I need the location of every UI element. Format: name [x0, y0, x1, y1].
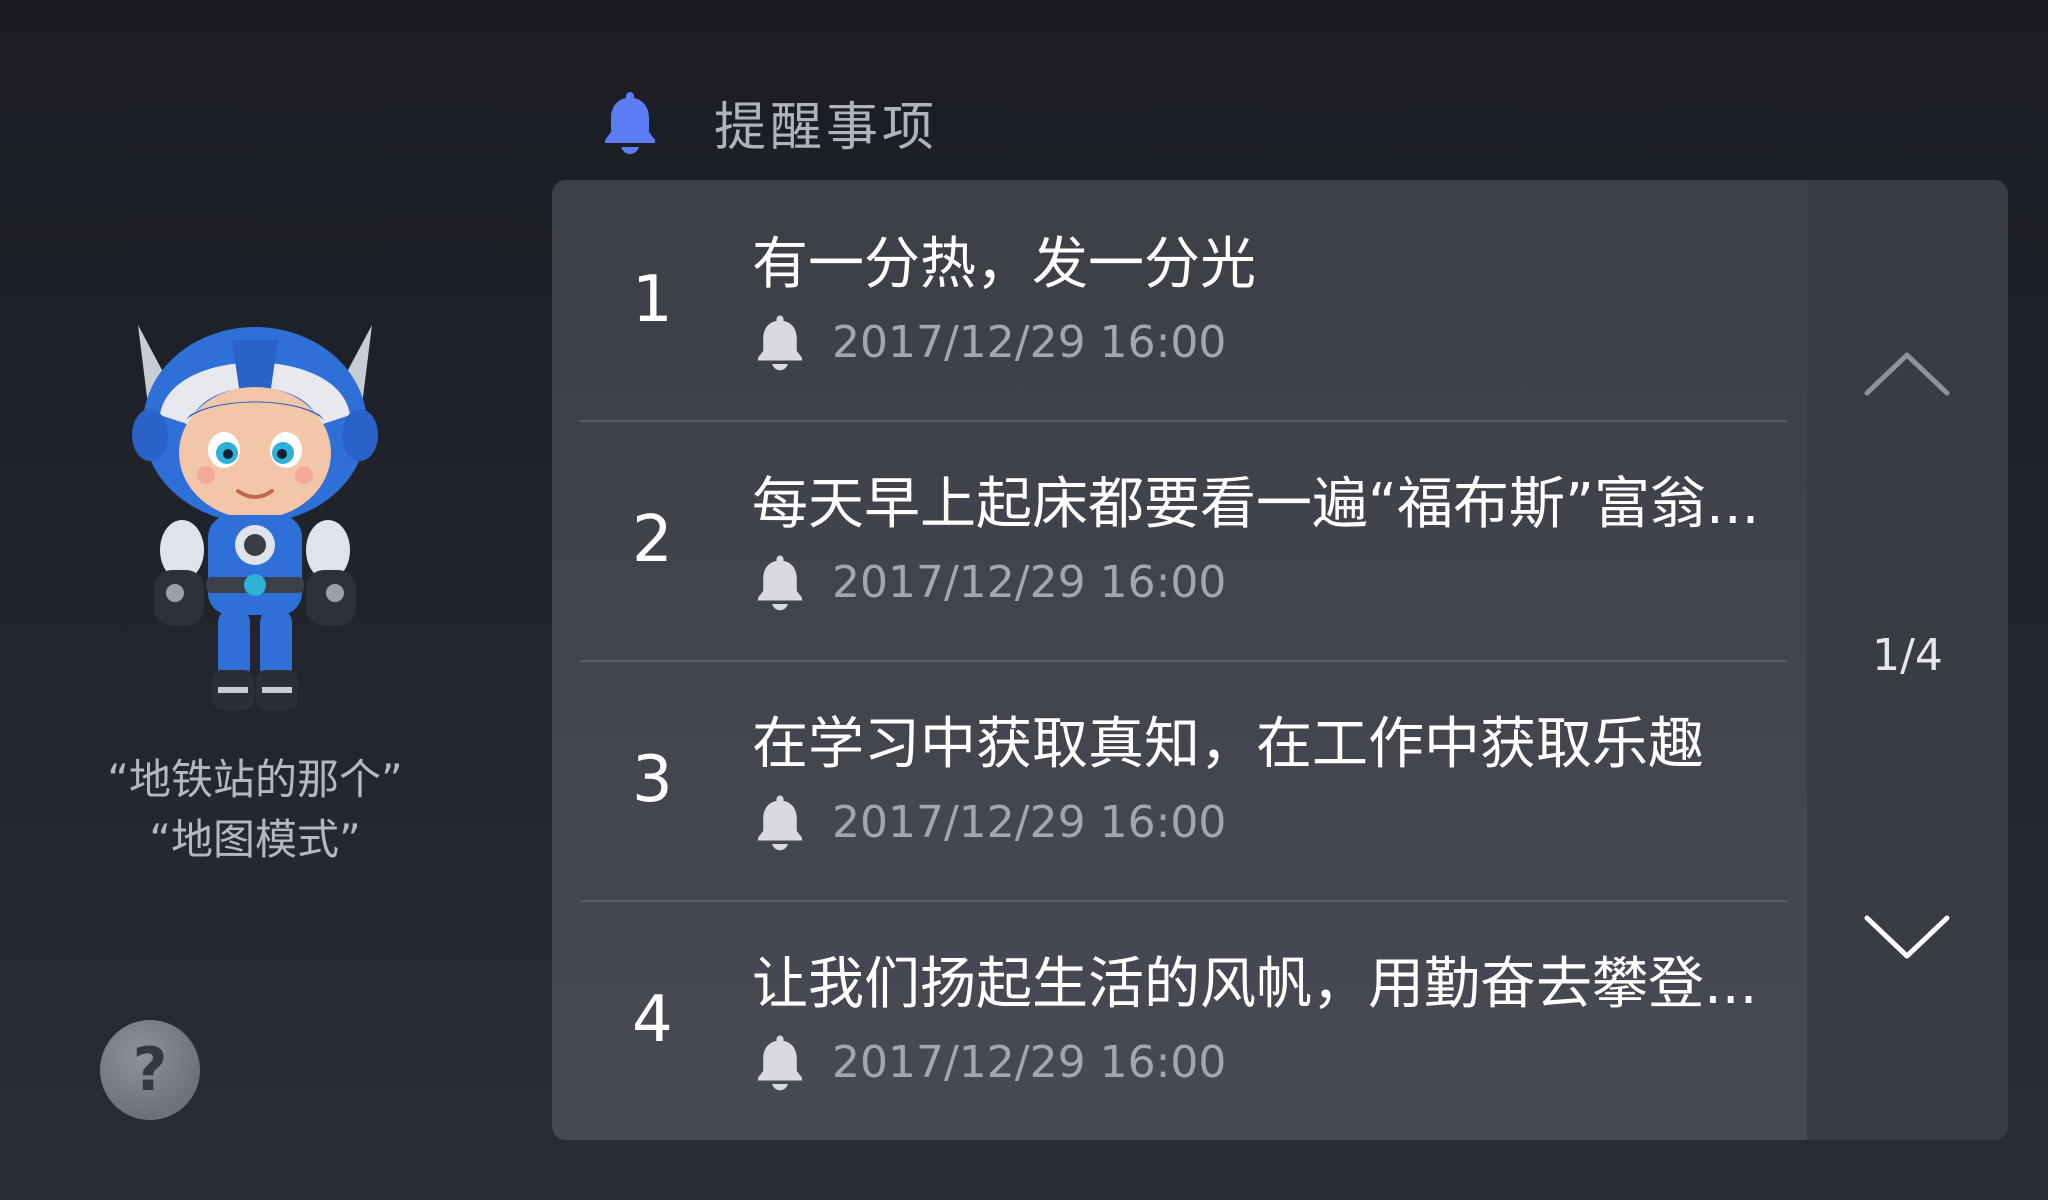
page-header: 提醒事项 — [598, 82, 938, 162]
reminder-time: 2017/12/29 16:00 — [832, 556, 1227, 608]
reminder-item[interactable]: 3 在学习中获取真知，在工作中获取乐趣 2017/12/29 16:00 — [552, 660, 1807, 900]
question-mark-icon: ? — [132, 1035, 168, 1105]
reminder-text: 在学习中获取真知，在工作中获取乐趣 — [752, 712, 1704, 777]
reminder-panel: 1 有一分热，发一分光 2017/12/29 16:00 2 每天早上起床都要看… — [552, 180, 2008, 1140]
reminder-time-row: 2017/12/29 16:00 — [752, 1032, 1226, 1092]
reminder-time-row: 2017/12/29 16:00 — [752, 312, 1226, 372]
bell-icon — [752, 791, 808, 853]
reminder-item[interactable]: 4 让我们扬起生活的风帆，用勤奋去攀登... 2017/12/29 16:00 — [552, 900, 1807, 1140]
reminder-index: 3 — [632, 743, 673, 817]
reminder-time-row: 2017/12/29 16:00 — [752, 552, 1226, 612]
reminder-text: 让我们扬起生活的风帆，用勤奋去攀登... — [752, 952, 1758, 1017]
reminder-index: 2 — [632, 503, 673, 577]
reminder-text: 每天早上起床都要看一遍“福布斯”富翁... — [752, 472, 1760, 537]
reminder-index: 4 — [632, 983, 673, 1057]
page-title: 提醒事项 — [714, 97, 939, 158]
bell-icon — [752, 1031, 808, 1093]
voice-hint-2: “地图模式” — [149, 815, 361, 864]
voice-hint-list: “地铁站的那个” “地图模式” — [60, 750, 450, 870]
reminder-text: 有一分热，发一分光 — [752, 232, 1256, 297]
chevron-down-icon — [1862, 913, 1952, 967]
reminder-time: 2017/12/29 16:00 — [832, 1036, 1227, 1088]
help-button[interactable]: ? — [100, 1020, 200, 1120]
reminder-time-row: 2017/12/29 16:00 — [752, 792, 1226, 852]
page-down-button[interactable] — [1857, 905, 1957, 975]
assistant-mascot-avatar — [120, 315, 390, 735]
reminder-time: 2017/12/29 16:00 — [832, 316, 1227, 368]
page-indicator: 1/4 — [1872, 630, 1943, 681]
page-up-button[interactable] — [1857, 340, 1957, 410]
bell-icon — [598, 86, 662, 158]
reminder-time: 2017/12/29 16:00 — [832, 796, 1227, 848]
chevron-up-icon — [1862, 348, 1952, 402]
pager-column: 1/4 — [1807, 180, 2008, 1140]
bell-icon — [752, 551, 808, 613]
reminder-item[interactable]: 1 有一分热，发一分光 2017/12/29 16:00 — [552, 180, 1807, 420]
reminder-item[interactable]: 2 每天早上起床都要看一遍“福布斯”富翁... 2017/12/29 16:00 — [552, 420, 1807, 660]
reminder-index: 1 — [632, 263, 673, 337]
voice-hint-1: “地铁站的那个” — [107, 755, 403, 804]
reminder-list: 1 有一分热，发一分光 2017/12/29 16:00 2 每天早上起床都要看… — [552, 180, 1807, 1140]
bell-icon — [752, 311, 808, 373]
